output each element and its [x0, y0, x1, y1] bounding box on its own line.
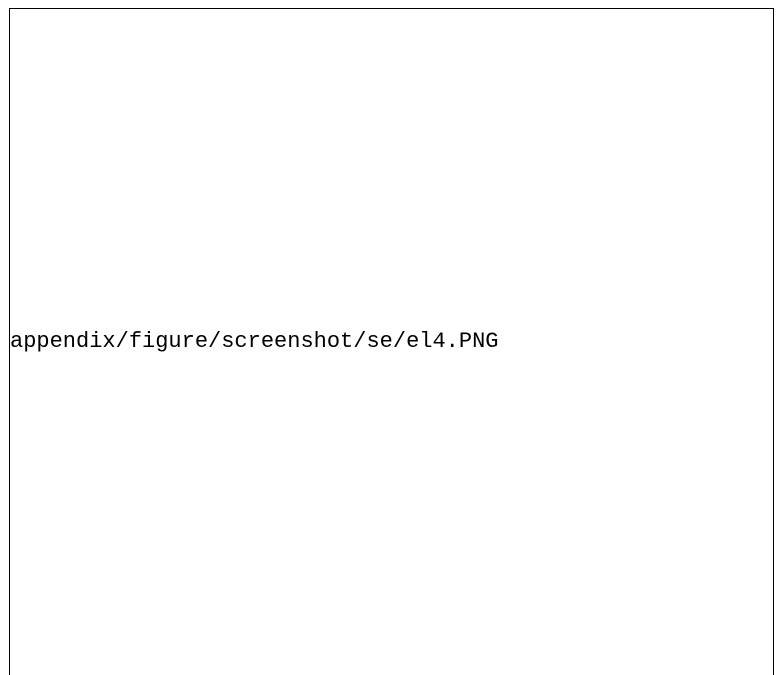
missing-image-path: appendix/figure/screenshot/se/el4.PNG	[10, 329, 499, 354]
